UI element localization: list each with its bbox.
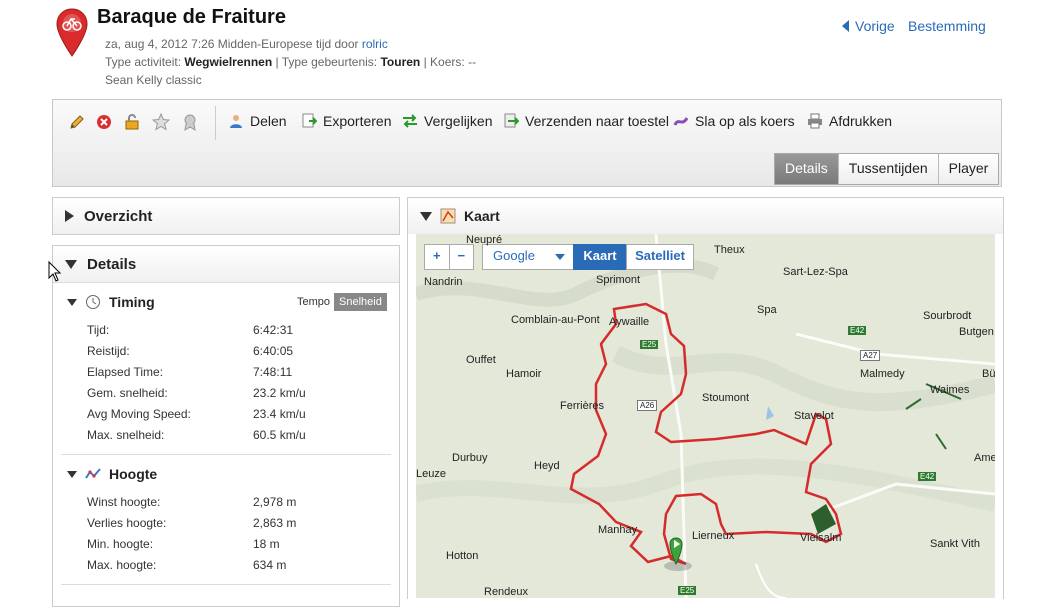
map-city-label: Lierneux	[692, 530, 735, 542]
map-city-label: Manhay	[598, 524, 638, 536]
height-header[interactable]: Hoogte	[67, 466, 157, 482]
map-type-kaart-button[interactable]: Kaart	[573, 244, 627, 270]
map-type-satellite-button[interactable]: Satelliet	[626, 244, 694, 270]
chevron-left-icon	[842, 20, 849, 32]
author-link[interactable]: rolric	[362, 37, 388, 51]
view-tabs: Details Tussentijden Player	[774, 153, 1000, 185]
save-as-course-button[interactable]: Sla op als koers	[673, 113, 795, 129]
export-icon	[302, 113, 317, 128]
printer-icon	[808, 113, 822, 129]
map-city-label: Butgen	[959, 326, 994, 338]
speed-toggle[interactable]: Snelheid	[334, 293, 387, 311]
tab-splits[interactable]: Tussentijden	[837, 154, 938, 184]
map-terrain	[416, 234, 995, 598]
activity-pin-icon	[56, 8, 88, 57]
activity-type-line: Type activiteit: Wegwielrennen | Type ge…	[105, 55, 477, 69]
activity-date-line: za, aug 4, 2012 7:26 Midden-Europese tij…	[105, 37, 388, 51]
map-city-label: Sart-Lez-Spa	[783, 266, 848, 278]
map-city-label: Waimes	[930, 384, 970, 396]
collapse-arrow-icon	[67, 298, 77, 306]
timing-header[interactable]: Timing	[67, 294, 155, 310]
toolbar-separator	[215, 106, 216, 140]
map-city-label: Hamoir	[506, 368, 542, 380]
clock-icon	[86, 295, 100, 309]
road-shield: E42	[848, 326, 867, 335]
pencil-icon[interactable]	[68, 113, 86, 131]
collapse-arrow-icon	[65, 259, 77, 269]
map-city-label: Vielsalm	[800, 532, 842, 544]
map-city-label: Aywaille	[609, 316, 650, 328]
map-city-label: Hotton	[446, 550, 479, 562]
map-city-label: Bü	[982, 368, 995, 380]
share-button[interactable]: Delen	[228, 113, 287, 129]
details-panel: Details Timing Tempo Snelheid Tijd: 6:42:…	[52, 245, 400, 607]
badge-icon[interactable]	[181, 113, 199, 131]
elevation-icon	[85, 468, 101, 479]
map-city-label: Neupré	[466, 234, 503, 246]
lock-icon[interactable]	[123, 113, 141, 131]
road-shield: A27	[860, 350, 881, 361]
section-divider	[61, 454, 391, 455]
delete-icon[interactable]	[95, 113, 113, 131]
course-icon	[673, 117, 689, 126]
star-icon[interactable]	[152, 113, 170, 131]
details-header[interactable]: Details	[53, 246, 399, 283]
pace-speed-toggle: Tempo Snelheid	[297, 293, 387, 311]
road-shield: E42	[918, 472, 937, 481]
print-button[interactable]: Afdrukken	[807, 113, 892, 129]
overview-panel: Overzicht	[52, 197, 400, 235]
route-map[interactable]: + − Google Kaart Satelliet Neupré Theux …	[416, 234, 995, 598]
map-city-label: Stoumont	[702, 392, 750, 404]
map-header[interactable]: Kaart	[408, 198, 1003, 234]
zoom-in-button[interactable]: +	[425, 245, 450, 269]
compare-button[interactable]: Vergelijken	[402, 113, 493, 129]
map-city-label: Durbuy	[452, 452, 488, 464]
section-divider	[61, 584, 391, 585]
page-title: Baraque de Fraiture	[97, 6, 286, 28]
tab-details[interactable]: Details	[775, 154, 838, 184]
map-provider-select[interactable]: Google	[482, 244, 574, 270]
map-city-label: Comblain-au-Pont	[511, 314, 600, 326]
map-city-label: Leuze	[416, 468, 446, 480]
activity-description: Sean Kelly classic	[105, 73, 202, 87]
map-city-label: Sprimont	[596, 274, 641, 286]
tab-player[interactable]: Player	[937, 154, 999, 184]
map-city-label: Malmedy	[860, 368, 905, 380]
export-button[interactable]: Exporteren	[301, 113, 391, 129]
send-to-device-button[interactable]: Verzenden naar toestel	[503, 113, 669, 129]
next-link[interactable]: Bestemming	[908, 18, 986, 34]
previous-link[interactable]: Vorige	[842, 18, 895, 34]
map-city-label: Ame	[974, 452, 995, 464]
map-city-label: Heyd	[534, 460, 560, 472]
road-shield: E25	[640, 340, 659, 349]
overview-header[interactable]: Overzicht	[53, 198, 399, 234]
map-city-label: Stavelot	[794, 410, 834, 422]
compare-icon	[403, 114, 417, 128]
people-icon	[230, 115, 242, 128]
map-city-label: Ferrières	[560, 400, 605, 412]
send-device-icon	[504, 113, 519, 128]
road-shield: A26	[637, 400, 658, 411]
chevron-down-icon	[555, 254, 565, 260]
zoom-out-button[interactable]: −	[450, 245, 474, 269]
map-city-label: Rendeux	[484, 586, 529, 598]
collapse-arrow-icon	[67, 470, 77, 478]
collapse-arrow-icon	[420, 211, 432, 221]
map-city-label: Theux	[714, 244, 745, 256]
tempo-toggle[interactable]: Tempo	[297, 296, 330, 308]
map-city-label: Nandrin	[424, 276, 463, 288]
expand-arrow-icon	[65, 210, 74, 222]
zoom-controls: + −	[424, 244, 474, 270]
mouse-cursor-icon	[48, 261, 62, 282]
map-city-label: Spa	[757, 304, 777, 316]
map-icon	[440, 208, 456, 224]
road-shield: E25	[678, 586, 697, 595]
map-city-label: Ouffet	[466, 354, 496, 366]
map-city-label: Sourbrodt	[923, 310, 972, 322]
map-city-label: Sankt Vith	[930, 538, 980, 550]
